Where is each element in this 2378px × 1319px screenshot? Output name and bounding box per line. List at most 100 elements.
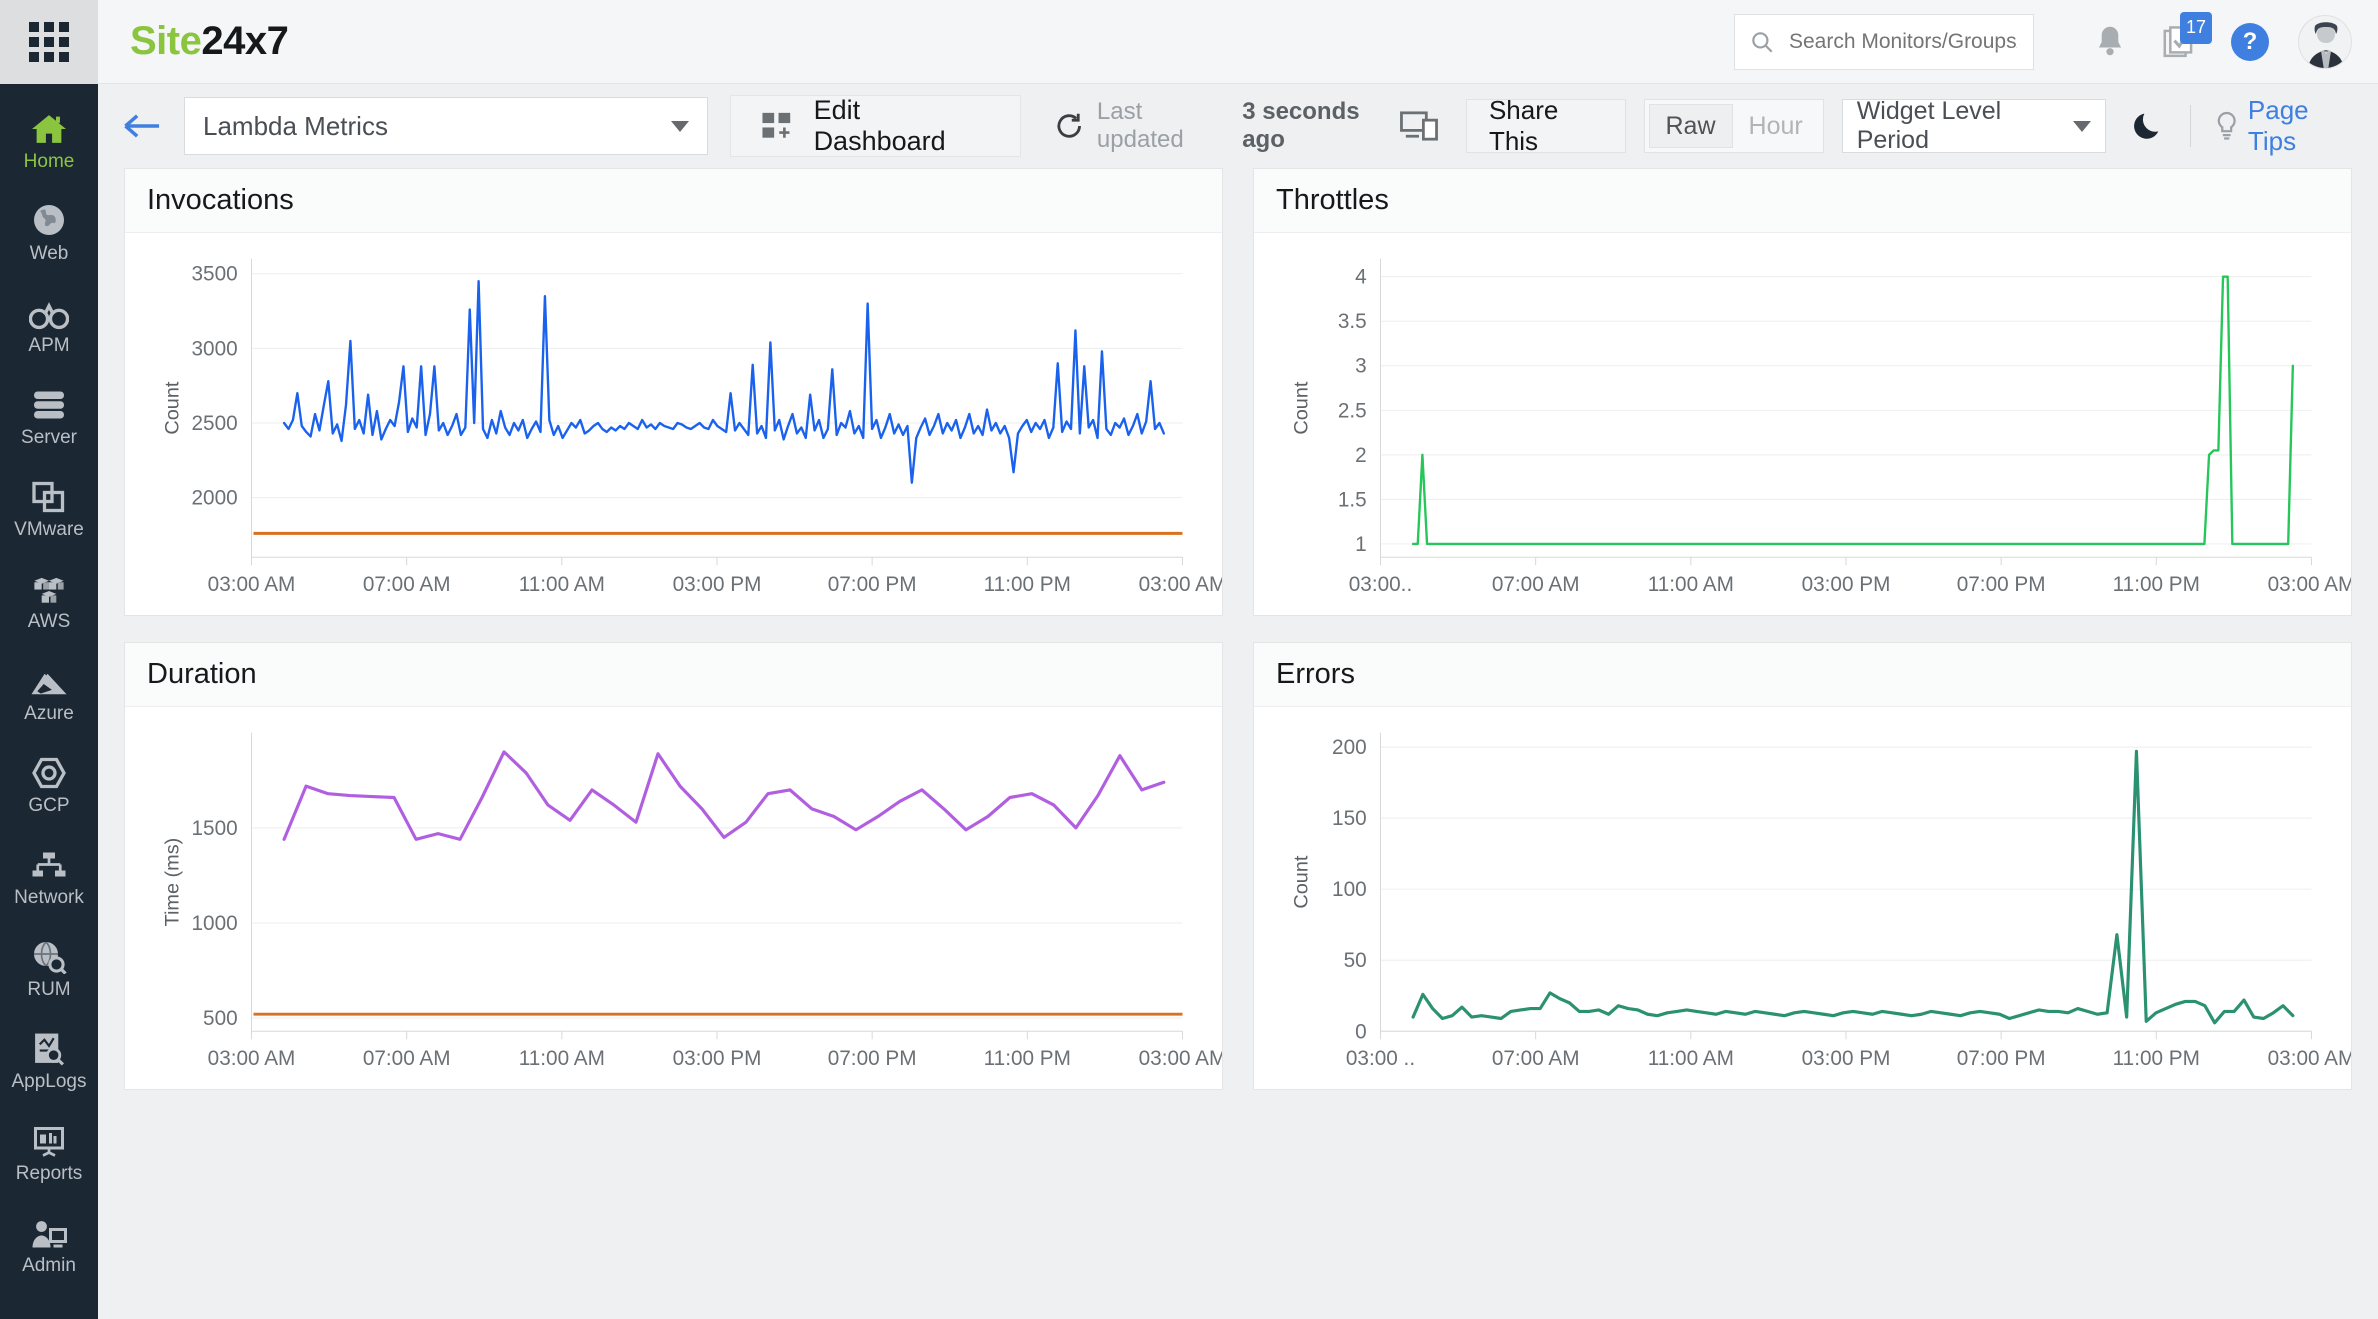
svg-text:03:00 AM: 03:00 AM: [2268, 573, 2351, 596]
widget-chart-area[interactable]: 1 1.5 2 2.5 3 3.5 4 Count 03:00.. 07:00 AM 11:00 A…: [1254, 233, 2351, 615]
moon-icon: [2133, 113, 2158, 139]
aws-cubes-icon: [30, 568, 68, 606]
svg-text:100: 100: [1332, 878, 1367, 901]
widget-header: Throttles: [1254, 169, 2351, 233]
refresh-icon: [1057, 113, 1081, 138]
search-input[interactable]: [1787, 28, 2019, 55]
svg-text:3000: 3000: [192, 337, 238, 360]
svg-text:03:00 AM: 03:00 AM: [1139, 1047, 1222, 1070]
toolbar-divider: [2189, 105, 2191, 147]
notifications-bell-button[interactable]: [2082, 14, 2138, 70]
svg-text:2000: 2000: [192, 487, 238, 510]
svg-text:3500: 3500: [192, 263, 238, 286]
dark-mode-toggle[interactable]: [2132, 109, 2166, 143]
chevron-down-icon: [2072, 120, 2091, 132]
sidebar-item-label: Network: [14, 886, 84, 908]
widget-title: Duration: [147, 658, 257, 690]
widget-chart-area[interactable]: 0 50 100 150 200 Count 03:00 .. 07:00 AM 11:00 A…: [1254, 707, 2351, 1089]
rum-globe-icon: [31, 936, 67, 974]
sidebar-item-gcp[interactable]: GCP: [0, 738, 98, 830]
back-button[interactable]: [124, 111, 162, 141]
binoculars-icon: [29, 292, 69, 330]
svg-text:11:00 AM: 11:00 AM: [519, 1047, 605, 1070]
svg-text:03:00 AM: 03:00 AM: [2268, 1047, 2351, 1070]
svg-text:1500: 1500: [192, 817, 238, 840]
sidebar-item-azure[interactable]: Azure: [0, 646, 98, 738]
widget-throttles: Throttles 1 1.5 2 2.5 3 3.5 4 Count 03:00.. 07:00…: [1253, 168, 2352, 616]
widget-header: Invocations: [125, 169, 1222, 233]
sidebar-item-label: AppLogs: [11, 1070, 87, 1092]
granularity-option-raw[interactable]: Raw: [1648, 104, 1733, 148]
share-this-button[interactable]: Share This: [1465, 95, 1626, 156]
notification-count-badge: 17: [2180, 11, 2212, 44]
svg-text:50: 50: [1344, 949, 1367, 972]
widget-errors: Errors 0 50 100 150 200 Count 03:00 .. 07:00 AM…: [1253, 642, 2352, 1090]
search-box[interactable]: [1734, 13, 2034, 70]
sidebar-item-label: Reports: [15, 1162, 83, 1184]
svg-text:07:00 PM: 07:00 PM: [1957, 573, 2046, 596]
svg-text:07:00 AM: 07:00 AM: [1492, 1047, 1580, 1070]
sidebar-item-reports[interactable]: Reports: [0, 1106, 98, 1198]
widget-grid: Invocations 2000 2500 3000 3500 Count 03:00 A…: [98, 168, 2378, 1090]
lightbulb-icon: [2217, 111, 2236, 140]
widget-chart-area[interactable]: 2000 2500 3000 3500 Count 03:00 AM 07:00 AM 11:…: [125, 233, 1222, 615]
svg-text:07:00 AM: 07:00 AM: [363, 573, 451, 596]
sidebar-item-home[interactable]: Home: [0, 94, 98, 186]
reports-icon: [31, 1120, 67, 1158]
sidebar-item-apm[interactable]: APM: [0, 278, 98, 370]
network-icon: [31, 844, 67, 882]
svg-text:07:00 PM: 07:00 PM: [828, 573, 917, 596]
share-this-label: Share This: [1488, 95, 1559, 156]
tasks-checklist-button[interactable]: 17: [2152, 11, 2212, 70]
sidebar-item-vmware[interactable]: VMware: [0, 462, 98, 554]
widget-period-selector[interactable]: Widget Level Period: [1841, 97, 2106, 154]
svg-text:3: 3: [1355, 355, 1367, 378]
help-button[interactable]: ?: [2222, 14, 2278, 70]
errors-line-chart: 0 50 100 150 200 Count 03:00 .. 07:00 AM 11:00 A…: [1290, 732, 2351, 1070]
granularity-option-hour[interactable]: Hour: [1733, 104, 1819, 148]
gcp-icon: [31, 752, 67, 790]
svg-text:03:00 AM: 03:00 AM: [1139, 573, 1222, 596]
brand-logo[interactable]: Site24x7: [130, 19, 289, 64]
svg-text:03:00..: 03:00..: [1349, 573, 1412, 596]
sidebar-item-aws[interactable]: AWS: [0, 554, 98, 646]
applogs-icon: [32, 1028, 66, 1066]
widget-period-label: Widget Level Period: [1856, 97, 2002, 154]
last-updated-status[interactable]: Last updated 3 seconds ago: [1055, 98, 1400, 154]
sidebar-item-web[interactable]: Web: [0, 186, 98, 278]
widget-invocations: Invocations 2000 2500 3000 3500 Count 03:00 A…: [124, 168, 1223, 616]
page-tips-button[interactable]: Page Tips: [2215, 95, 2352, 157]
svg-text:1000: 1000: [192, 912, 238, 935]
home-icon: [30, 108, 68, 146]
sidebar-item-applogs[interactable]: AppLogs: [0, 1014, 98, 1106]
widget-chart-area[interactable]: 500 1000 1500 Time (ms) 03:00 AM 07:00 AM 11:0…: [125, 707, 1222, 1089]
svg-text:03:00 AM: 03:00 AM: [208, 573, 296, 596]
brand-logo-number: 24x7: [201, 19, 289, 63]
sidebar-item-label: Web: [29, 242, 69, 264]
sidebar-item-admin[interactable]: Admin: [0, 1198, 98, 1290]
svg-text:3.5: 3.5: [1338, 310, 1367, 333]
svg-text:11:00 PM: 11:00 PM: [2113, 1047, 2200, 1070]
svg-text:Count: Count: [161, 381, 183, 435]
widget-title: Errors: [1276, 658, 1355, 690]
widget-title: Throttles: [1276, 184, 1389, 216]
svg-text:11:00 PM: 11:00 PM: [2113, 573, 2200, 596]
edit-dashboard-button[interactable]: Edit Dashboard: [730, 95, 1021, 157]
svg-text:2500: 2500: [192, 412, 238, 435]
server-icon: [31, 384, 67, 422]
top-bar-right-tools: 17 ?: [1734, 11, 2378, 70]
last-updated-value: 3 seconds ago: [1242, 98, 1360, 153]
sidebar-item-rum[interactable]: RUM: [0, 922, 98, 1014]
toolbar-right-tools: Share This Raw Hour Widget Level Period: [1400, 95, 2352, 157]
sidebar-item-label: Home: [23, 150, 75, 172]
avatar[interactable]: [2298, 14, 2352, 69]
sidebar-item-label: VMware: [14, 518, 84, 540]
dashboard-selector[interactable]: Lambda Metrics: [184, 97, 709, 155]
sidebar-item-server[interactable]: Server: [0, 370, 98, 462]
sidebar-item-network[interactable]: Network: [0, 830, 98, 922]
sidebar-item-label: AWS: [27, 610, 71, 632]
responsive-preview-button[interactable]: [1400, 111, 1438, 141]
app-launcher-button[interactable]: [0, 0, 98, 84]
widget-title: Invocations: [147, 184, 294, 216]
grid-apps-icon: [29, 21, 69, 62]
